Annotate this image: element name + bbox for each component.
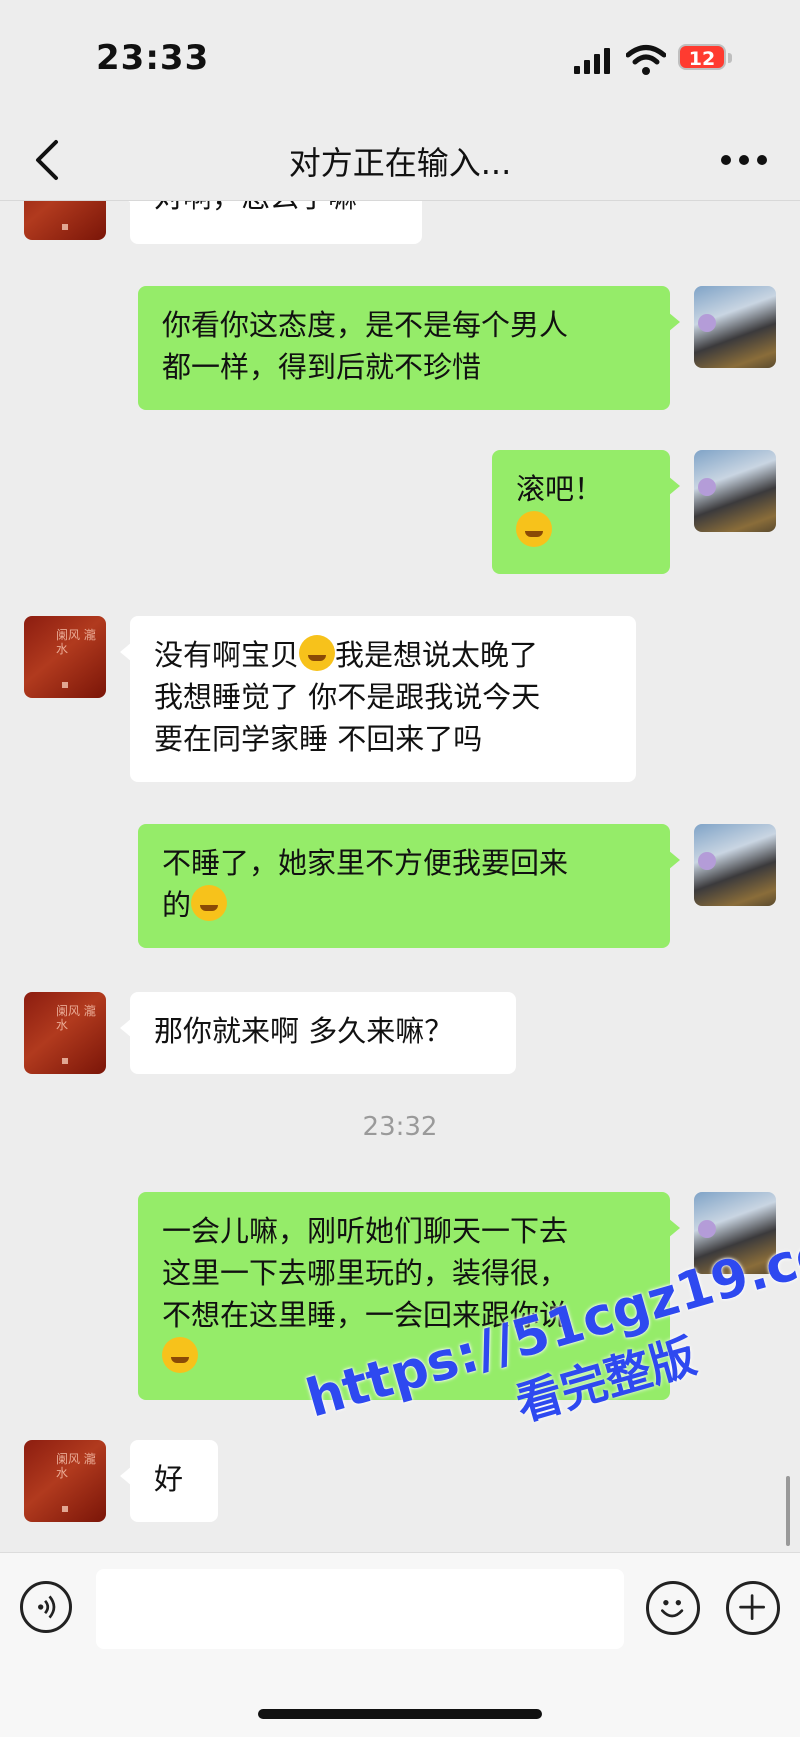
message-line: 要在同学家睡 不回来了吗 [154,722,483,756]
signal-icon [574,48,610,74]
battery-icon: 12 [678,44,734,72]
message-text: 那你就来啊 多久来嘛？ [154,1014,454,1048]
contact-avatar[interactable]: 阑风 瀧水 [24,616,106,698]
message-text: 的 [162,888,192,922]
message-input[interactable] [96,1569,624,1649]
my-avatar[interactable] [694,450,776,532]
message-line: 一会儿嘛，刚听她们聊天一下去 [162,1214,569,1248]
status-time: 23:33 [96,38,210,78]
sent-bubble[interactable]: 一会儿嘛，刚听她们聊天一下去 这里一下去哪里玩的，装得很， 不想在这里睡，一会回… [138,1192,680,1400]
laughing-tears-emoji-icon [516,511,552,547]
avatar-sticker [698,1220,716,1238]
message-text: 没有啊宝贝 [154,638,300,672]
avatar-logo-mark [62,1058,68,1064]
status-bar: 23:33 12 [0,0,800,120]
avatar-sticker [698,478,716,496]
avatar-logo-text: 阑风 瀧水 [56,628,96,656]
message-line: 滚吧！ [516,472,604,506]
input-bar [0,1552,800,1737]
my-avatar[interactable] [694,1192,776,1274]
message-line: 都一样，得到后就不珍惜 [162,350,482,384]
message-line: 你看你这态度，是不是每个男人 [162,308,569,342]
scrollbar[interactable] [786,1476,790,1546]
received-bubble[interactable]: 没有啊宝贝 我是想说太晚了 我想睡觉了 你不是跟我说今天 要在同学家睡 不回来了吗 [120,616,636,782]
voice-icon[interactable] [20,1581,72,1633]
avatar-logo-mark [62,682,68,688]
sent-bubble[interactable]: 滚吧！ [492,450,680,574]
more-dots-icon[interactable] [716,144,772,176]
message-line: 这里一下去哪里玩的，装得很， [162,1256,569,1290]
message-text: 好 [154,1462,184,1496]
message-line: 不睡了，她家里不方便我要回来 [162,846,569,880]
sent-bubble[interactable]: 不睡了，她家里不方便我要回来 的 [138,824,680,948]
emoji-face-icon[interactable] [646,1581,700,1635]
avatar-logo-text: 阑风 瀧水 [56,1452,96,1480]
my-avatar[interactable] [694,286,776,368]
laughing-tears-emoji-icon [299,635,336,671]
message-line: 不想在这里睡，一会回来跟你说 [162,1298,569,1332]
contact-avatar[interactable]: 阑风 瀧水 [24,200,106,240]
contact-avatar[interactable]: 阑风 瀧水 [24,992,106,1074]
sent-bubble[interactable]: 你看你这态度，是不是每个男人 都一样，得到后就不珍惜 [138,286,680,410]
message-text: 我是想说太晚了 [335,638,539,672]
avatar-logo-mark [62,224,68,230]
home-indicator [258,1709,542,1719]
nav-bar: 对方正在输入... [0,120,800,201]
chat-area[interactable]: 阑风 瀧水 对啊，怎么了嘛 你看你这态度，是不是每个男人 都一样，得到后就不珍惜… [0,200,800,1552]
avatar-sticker [698,314,716,332]
chat-title: 对方正在输入... [288,144,512,182]
message-text: 对啊，怎么了嘛 [154,200,357,214]
my-avatar[interactable] [694,824,776,906]
battery-tip [728,53,732,63]
contact-avatar[interactable]: 阑风 瀧水 [24,1440,106,1522]
received-bubble[interactable]: 那你就来啊 多久来嘛？ [120,992,516,1074]
plus-circle-icon[interactable] [726,1581,780,1635]
avatar-sticker [698,852,716,870]
pleading-face-emoji-icon [191,885,228,921]
wifi-icon [626,45,666,75]
avatar-logo-mark [62,1506,68,1512]
avatar-logo-text: 阑风 瀧水 [56,1004,96,1032]
timestamp: 23:32 [362,1112,438,1142]
battery-level: 12 [678,44,726,70]
message-line: 我想睡觉了 你不是跟我说今天 [154,680,541,714]
pouting-face-emoji-icon [162,1337,198,1373]
received-bubble[interactable]: 好 [120,1440,218,1522]
received-bubble[interactable]: 对啊，怎么了嘛 [120,200,422,244]
